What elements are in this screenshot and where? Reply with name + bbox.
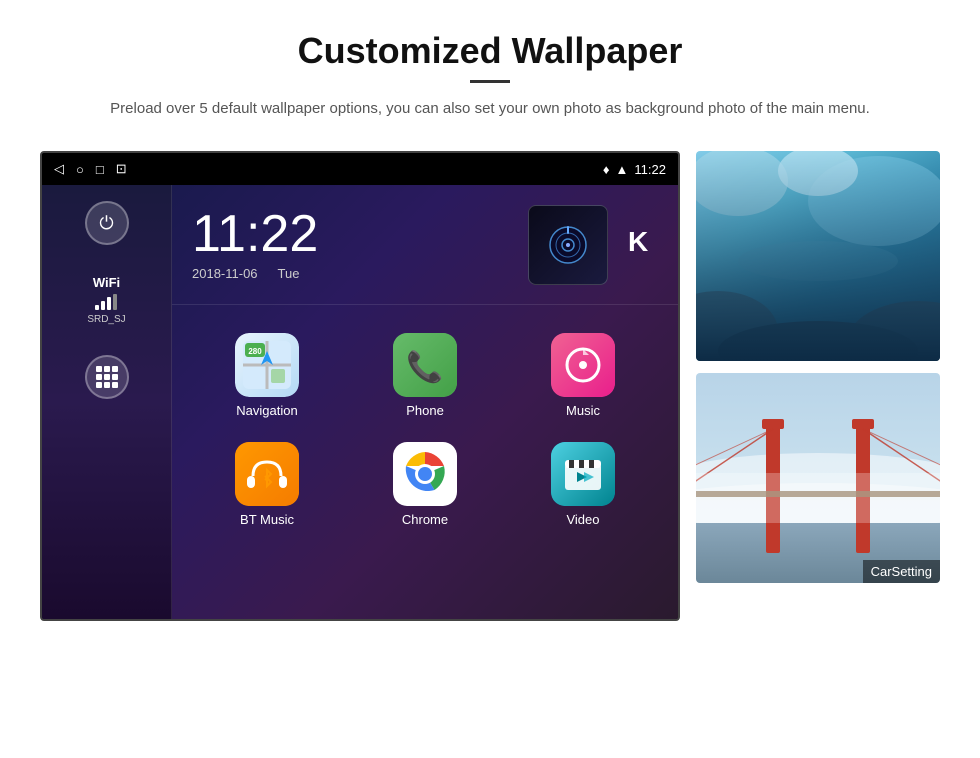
radio-widget[interactable] (528, 205, 608, 285)
power-button[interactable]: ⏻ (85, 201, 129, 245)
page-description: Preload over 5 default wallpaper options… (80, 97, 900, 121)
wifi-bar-4 (113, 294, 117, 310)
clock-area: 11:22 2018-11-06 Tue (172, 185, 678, 305)
svg-text:K: K (628, 226, 648, 257)
app-item-btmusic[interactable]: BT Music (188, 430, 346, 539)
ice-cave-image (696, 151, 940, 361)
app-item-video[interactable]: Video (504, 430, 662, 539)
btmusic-label: BT Music (240, 512, 294, 527)
app-item-phone[interactable]: 📞 Phone (346, 321, 504, 430)
navigation-icon-svg: 280 (235, 333, 299, 397)
page-header: Customized Wallpaper Preload over 5 defa… (0, 0, 980, 141)
btmusic-icon-svg (235, 442, 299, 506)
grid-icon (96, 366, 118, 388)
navigation-icon: 280 (235, 333, 299, 397)
back-icon[interactable]: ◁ (54, 161, 64, 177)
title-divider (470, 80, 510, 83)
chrome-label: Chrome (402, 512, 448, 527)
wifi-bar-3 (107, 297, 111, 310)
status-system-icons: ♦ ▲ 11:22 (603, 162, 666, 177)
wallpaper-ice-cave[interactable] (696, 151, 940, 361)
wifi-icon: ▲ (616, 162, 629, 177)
android-screen: ◁ ○ □ ⊡ ♦ ▲ 11:22 ⏻ WiFi (40, 151, 680, 621)
wifi-widget: WiFi SRD_SJ (87, 275, 125, 325)
clock-date-value: 2018-11-06 (192, 266, 258, 281)
ki-widget[interactable]: K (628, 221, 658, 268)
status-time: 11:22 (634, 162, 666, 177)
radio-icon (548, 225, 588, 265)
main-panel: 11:22 2018-11-06 Tue (172, 185, 678, 619)
left-sidebar: ⏻ WiFi SRD_SJ (42, 185, 172, 619)
status-bar: ◁ ○ □ ⊡ ♦ ▲ 11:22 (42, 153, 678, 185)
btmusic-icon (235, 442, 299, 506)
home-icon[interactable]: ○ (76, 162, 84, 177)
recent-icon[interactable]: □ (96, 162, 104, 177)
app-area: ⏻ WiFi SRD_SJ (42, 185, 678, 619)
wallpaper-bridge[interactable]: CarSetting (696, 373, 940, 583)
wallpaper-bridge-label: CarSetting (863, 560, 940, 583)
wifi-bar-1 (95, 305, 99, 310)
app-grid: 280 Navigation (172, 305, 678, 619)
wallpaper-panel: CarSetting (696, 151, 940, 621)
music-icon (551, 333, 615, 397)
chrome-icon-svg (401, 450, 449, 498)
music-icon-svg (551, 333, 615, 397)
clock-date: 2018-11-06 Tue (192, 266, 508, 281)
video-icon (551, 442, 615, 506)
video-icon-svg (551, 442, 615, 506)
svg-text:📞: 📞 (406, 347, 444, 384)
wifi-ssid: SRD_SJ (87, 314, 125, 325)
wifi-signal (87, 294, 125, 310)
app-item-navigation[interactable]: 280 Navigation (188, 321, 346, 430)
app-item-chrome[interactable]: Chrome (346, 430, 504, 539)
clock-time: 11:22 (192, 208, 508, 260)
location-icon: ♦ (603, 162, 610, 177)
phone-label: Phone (406, 403, 444, 418)
music-label: Music (566, 403, 600, 418)
ki-icon: K (628, 221, 658, 261)
page-title: Customized Wallpaper (80, 30, 900, 72)
chrome-icon (393, 442, 457, 506)
main-content: ◁ ○ □ ⊡ ♦ ▲ 11:22 ⏻ WiFi (0, 151, 980, 621)
bridge-image (696, 373, 940, 583)
svg-text:280: 280 (248, 347, 262, 356)
app-drawer-button[interactable] (85, 355, 129, 399)
phone-icon: 📞 (393, 333, 457, 397)
app-item-music[interactable]: Music (504, 321, 662, 430)
wifi-label: WiFi (87, 275, 125, 290)
video-label: Video (566, 512, 599, 527)
phone-icon-svg: 📞 (393, 333, 457, 397)
navigation-label: Navigation (236, 403, 297, 418)
screenshot-icon[interactable]: ⊡ (116, 161, 127, 177)
clock-section: 11:22 2018-11-06 Tue (192, 208, 508, 281)
clock-day: Tue (278, 266, 300, 281)
status-nav-icons: ◁ ○ □ ⊡ (54, 161, 127, 177)
wifi-bar-2 (101, 301, 105, 310)
